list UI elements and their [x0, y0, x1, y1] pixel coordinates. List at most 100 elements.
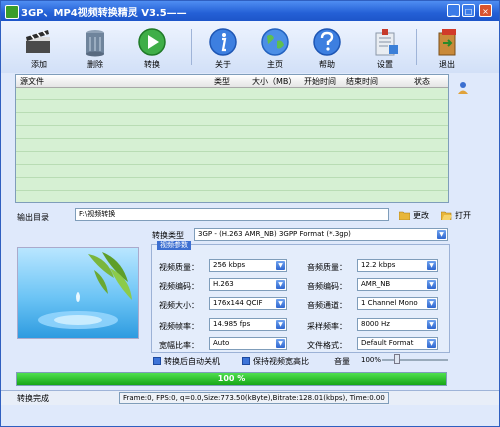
water-leaves-picture — [38, 252, 132, 329]
help-label: 帮助 — [319, 60, 335, 69]
close-button[interactable]: × — [479, 4, 492, 17]
volume-slider-track[interactable] — [382, 359, 448, 361]
volume-slider-thumb[interactable] — [394, 354, 400, 364]
settings-icon — [375, 29, 398, 56]
home-label: 主页 — [267, 60, 283, 69]
chevron-down-icon: ▼ — [427, 280, 436, 289]
grid-line — [16, 99, 448, 100]
chevron-down-icon: ▼ — [276, 280, 285, 289]
video-codec-select[interactable]: H.263 ▼ — [209, 278, 287, 291]
grid-line — [16, 190, 448, 191]
column-start-time[interactable]: 开始时间 — [304, 76, 336, 87]
settings-button[interactable]: 设置 — [363, 25, 407, 71]
add-label: 添加 — [31, 60, 47, 69]
video-quality-select[interactable]: 256 kbps ▼ — [209, 259, 287, 272]
file-list-header: 源文件 类型 大小（MB） 开始时间 结束时间 状态 — [16, 75, 448, 88]
chevron-down-icon: ▼ — [437, 230, 446, 239]
column-source-file[interactable]: 源文件 — [20, 76, 44, 87]
grid-line — [16, 164, 448, 165]
globe-icon — [261, 28, 289, 56]
open-dir-label: 打开 — [455, 211, 471, 220]
grid-line — [16, 151, 448, 152]
status-details: Frame:0, FPS:0, q=0.0,Size:773.50(kByte)… — [119, 392, 389, 404]
chevron-down-icon: ▼ — [276, 261, 285, 270]
file-list[interactable]: 源文件 类型 大小（MB） 开始时间 结束时间 状态 — [15, 74, 449, 203]
convert-type-select[interactable]: 3GP - (H.263 AMR_NB) 3GPP Format (*.3gp)… — [194, 228, 448, 241]
audio-codec-select[interactable]: AMR_NB ▼ — [357, 278, 438, 291]
maximize-button[interactable]: □ — [462, 4, 475, 17]
audio-quality-label: 音频质量： — [307, 263, 347, 272]
delete-button[interactable]: 删除 — [73, 25, 117, 71]
play-circle-icon — [138, 28, 166, 56]
column-status[interactable]: 状态 — [414, 76, 430, 87]
audio-channel-label: 音频通道： — [307, 301, 347, 310]
video-fps-value: 14.985 fps — [213, 320, 251, 328]
file-format-select[interactable]: Default Format ▼ — [357, 337, 438, 350]
file-format-label: 文件格式： — [307, 341, 347, 350]
chevron-down-icon: ▼ — [276, 299, 285, 308]
chevron-down-icon: ▼ — [427, 339, 436, 348]
convert-type-value: 3GP - (H.263 AMR_NB) 3GPP Format (*.3gp) — [198, 230, 351, 238]
change-dir-label: 更改 — [413, 211, 429, 220]
column-end-time[interactable]: 结束时间 — [346, 76, 378, 87]
file-format-value: Default Format — [361, 339, 414, 347]
help-icon — [313, 28, 341, 56]
volume-value: 100% — [361, 356, 382, 364]
audio-channel-select[interactable]: 1 Channel Mono ▼ — [357, 297, 438, 310]
chevron-down-icon: ▼ — [427, 261, 436, 270]
person-icon[interactable] — [457, 81, 469, 95]
sample-rate-select[interactable]: 8000 Hz ▼ — [357, 318, 438, 331]
exit-label: 退出 — [439, 60, 455, 69]
status-bar: 转换完成 Frame:0, FPS:0, q=0.0,Size:773.50(k… — [1, 390, 499, 405]
home-button[interactable]: 主页 — [253, 25, 297, 71]
grid-line — [16, 177, 448, 178]
exit-button[interactable]: 退出 — [425, 25, 469, 71]
about-button[interactable]: 关于 — [201, 25, 245, 71]
add-button[interactable]: 添加 — [17, 25, 61, 71]
app-icon — [5, 5, 19, 19]
chevron-down-icon: ▼ — [427, 320, 436, 329]
delete-label: 删除 — [87, 60, 103, 69]
auto-shutdown-label: 转换后自动关机 — [164, 357, 220, 366]
auto-shutdown-checkbox[interactable] — [153, 357, 161, 365]
progress-label: 100 % — [217, 374, 246, 383]
column-size[interactable]: 大小（MB） — [252, 76, 296, 87]
video-codec-value: H.263 — [213, 280, 234, 288]
toolbar: 添加 删除 转换 关于 主页 帮助 设置 退出 — [1, 21, 499, 73]
keep-ratio-label: 保持视频宽高比 — [253, 357, 309, 366]
output-dir-field[interactable]: F:\视频转换 — [75, 208, 389, 221]
grid-line — [16, 112, 448, 113]
convert-button[interactable]: 转换 — [130, 25, 174, 71]
video-fps-select[interactable]: 14.985 fps ▼ — [209, 318, 287, 331]
sample-rate-value: 8000 Hz — [361, 320, 390, 328]
audio-codec-label: 音频编码： — [307, 282, 347, 291]
chevron-down-icon: ▼ — [427, 299, 436, 308]
sample-rate-label: 采样频率： — [307, 322, 347, 331]
column-type[interactable]: 类型 — [214, 76, 230, 87]
tab-video-params[interactable]: 视频参数 — [157, 241, 191, 250]
minimize-button[interactable]: _ — [447, 4, 460, 17]
video-quality-value: 256 kbps — [213, 261, 246, 269]
title-bar[interactable]: 3GP、MP4视频转换精灵 V3.5—— _ □ × — [1, 1, 499, 21]
folder-icon — [399, 211, 410, 220]
video-size-select[interactable]: 176x144 QCIF ▼ — [209, 297, 287, 310]
about-label: 关于 — [215, 60, 231, 69]
keep-ratio-checkbox[interactable] — [242, 357, 250, 365]
preview-image — [17, 247, 139, 339]
chevron-down-icon: ▼ — [276, 320, 285, 329]
video-size-value: 176x144 QCIF — [213, 299, 263, 307]
video-codec-label: 视频编码： — [159, 282, 199, 291]
video-fps-label: 视频帧率： — [159, 322, 199, 331]
audio-quality-select[interactable]: 12.2 kbps ▼ — [357, 259, 438, 272]
window-title: 3GP、MP4视频转换精灵 V3.5—— — [21, 8, 187, 19]
output-dir-label: 输出目录 — [17, 213, 49, 222]
exit-door-icon — [438, 29, 456, 56]
audio-quality-value: 12.2 kbps — [361, 261, 396, 269]
convert-type-label: 转换类型 — [152, 231, 184, 240]
aspect-ratio-select[interactable]: Auto ▼ — [209, 337, 287, 350]
toolbar-separator — [416, 29, 417, 65]
help-button[interactable]: 帮助 — [305, 25, 349, 71]
trash-can-icon — [86, 30, 104, 57]
status-text: 转换完成 — [17, 394, 49, 403]
volume-label: 音量 — [334, 357, 350, 366]
